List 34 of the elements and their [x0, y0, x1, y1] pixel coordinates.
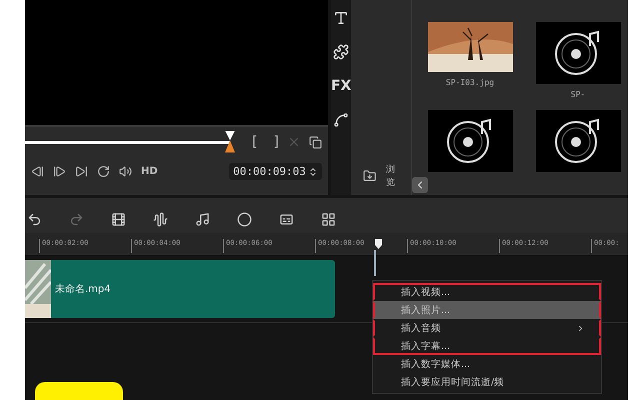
mark-out-button[interactable]: ] [273, 134, 279, 150]
scrubber[interactable] [25, 130, 236, 154]
folder-icon [363, 169, 377, 183]
playhead[interactable] [375, 239, 382, 249]
puzzle-icon[interactable] [333, 44, 350, 60]
volume-icon[interactable] [119, 165, 132, 178]
media-label: SP-I03.jpg [446, 78, 494, 87]
copy-icon[interactable] [308, 136, 322, 148]
filter-button[interactable]: FX [330, 78, 352, 94]
mark-in-button[interactable]: [ [252, 134, 258, 150]
menu-item[interactable]: 插入字幕... [373, 337, 601, 355]
browse-button[interactable]: 浏览 [351, 157, 411, 195]
scrubber-handle[interactable] [225, 130, 235, 152]
path-icon[interactable] [333, 112, 350, 128]
skip-end-icon[interactable] [75, 165, 88, 178]
step-forward-icon[interactable] [53, 165, 66, 178]
audio-icon[interactable] [153, 212, 168, 227]
title-icon[interactable] [333, 10, 350, 26]
music-icon[interactable] [195, 212, 210, 227]
clip-name: 未命名.mp4 [55, 282, 111, 296]
menu-item[interactable]: 插入音频 [373, 319, 601, 337]
menu-item[interactable]: 插入数字媒体... [373, 355, 601, 373]
menu-item[interactable]: 插入照片... [373, 301, 601, 319]
menu-item[interactable]: 插入要应用时间流逝/频 [373, 373, 601, 391]
subtitle-icon[interactable] [279, 212, 294, 227]
step-back-icon[interactable] [31, 165, 44, 178]
spinner-icon[interactable] [308, 166, 318, 176]
timecode-field[interactable]: 00:00:09:03 [229, 163, 322, 180]
media-label: SP- [570, 90, 586, 99]
undo-icon[interactable] [27, 212, 42, 227]
repeat-icon[interactable] [97, 165, 110, 178]
collapse-button[interactable] [412, 177, 428, 193]
video-clip[interactable]: 未命名.mp4 [25, 260, 335, 318]
hd-button[interactable]: HD [141, 166, 158, 177]
